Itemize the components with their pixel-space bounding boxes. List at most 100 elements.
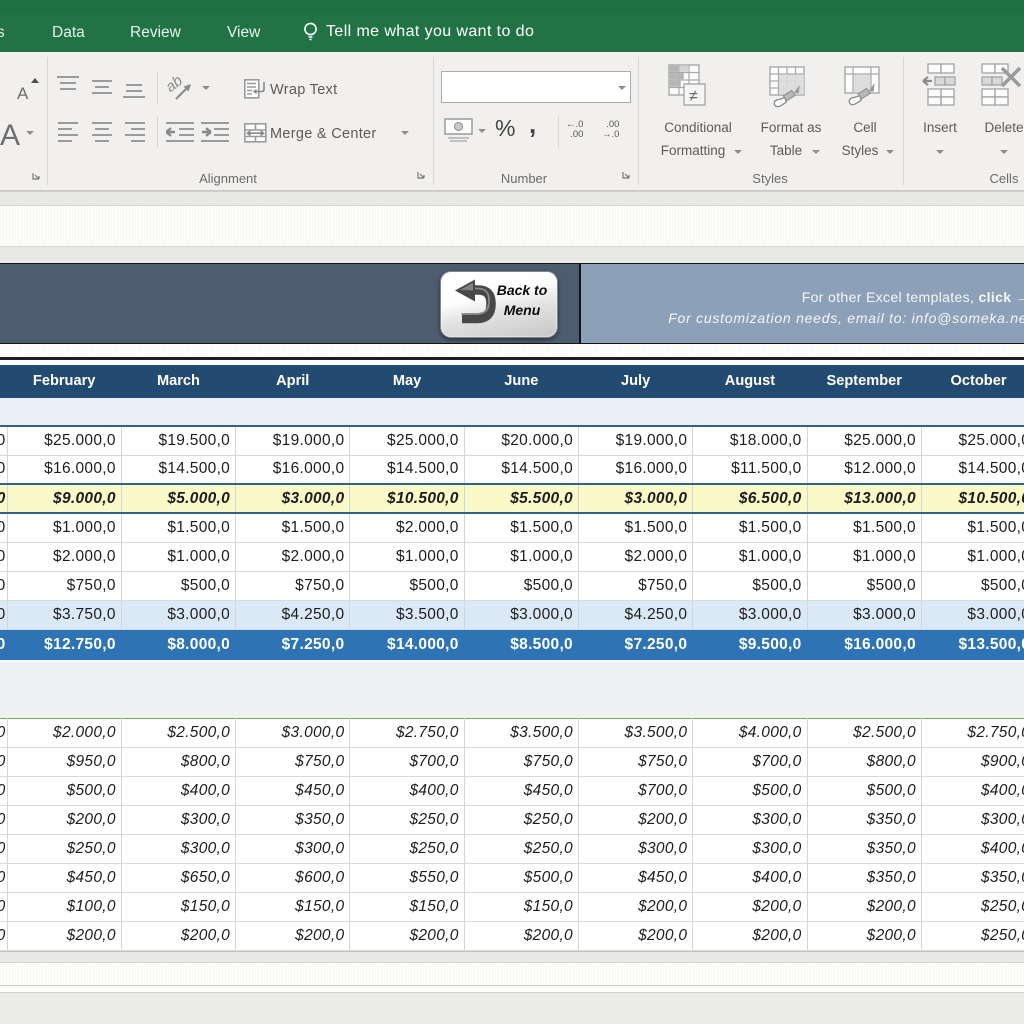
- revenue-cell[interactable]: $14.500,0: [921, 455, 1024, 484]
- horizontal-align-icons[interactable]: [57, 120, 149, 146]
- revenue-cell[interactable]: $11.500,0: [693, 455, 807, 484]
- expense-cell[interactable]: $700,0: [350, 748, 464, 777]
- expense-cell[interactable]: $800,0: [121, 748, 235, 777]
- revenue-cell[interactable]: $500,0: [121, 571, 235, 600]
- conditional-formatting-label2[interactable]: Formatting: [661, 143, 726, 158]
- expense-cell[interactable]: $300,0: [693, 835, 807, 864]
- january-clipped-value[interactable]: ,0: [0, 748, 7, 777]
- expense-cell[interactable]: $400,0: [350, 777, 464, 806]
- insert-cells-button[interactable]: [920, 62, 960, 112]
- revenue-cell[interactable]: $3.000,0: [807, 600, 921, 629]
- revenue-cell[interactable]: $5.500,0: [464, 484, 578, 513]
- expense-cell[interactable]: $3.500,0: [578, 719, 692, 748]
- cell-styles-label1[interactable]: Cell: [853, 120, 876, 135]
- expense-cell[interactable]: $300,0: [578, 835, 692, 864]
- expense-cell[interactable]: $150,0: [236, 893, 350, 922]
- revenue-cell[interactable]: $1.500,0: [693, 513, 807, 542]
- revenue-cell[interactable]: $8.500,0: [464, 629, 578, 660]
- revenue-cell[interactable]: $4.250,0: [578, 600, 692, 629]
- revenue-cell[interactable]: $1.000,0: [350, 542, 464, 571]
- revenue-cell[interactable]: $1.500,0: [807, 513, 921, 542]
- revenue-cell[interactable]: $8.000,0: [121, 629, 235, 660]
- revenue-cell[interactable]: $500,0: [807, 571, 921, 600]
- january-clipped-value[interactable]: ,0: [0, 806, 7, 835]
- expense-cell[interactable]: $3.000,0: [236, 719, 350, 748]
- accounting-format-caret[interactable]: [478, 129, 486, 133]
- merge-center-icon[interactable]: [244, 123, 267, 144]
- expense-cell[interactable]: $250,0: [350, 806, 464, 835]
- orientation-caret[interactable]: [202, 86, 210, 90]
- january-clipped-value[interactable]: ,0: [0, 719, 7, 748]
- expense-cell[interactable]: $4.000,0: [693, 719, 807, 748]
- expense-cell[interactable]: $400,0: [121, 777, 235, 806]
- month-header-february[interactable]: February: [7, 365, 121, 398]
- tell-me-box[interactable]: Tell me what you want to do: [303, 21, 534, 43]
- expense-cell[interactable]: $950,0: [7, 748, 121, 777]
- expense-cell[interactable]: $250,0: [7, 835, 121, 864]
- expense-cell[interactable]: $2.500,0: [807, 719, 921, 748]
- revenue-cell[interactable]: $1.000,0: [7, 513, 121, 542]
- revenue-cell[interactable]: $16.000,0: [7, 455, 121, 484]
- revenue-cell[interactable]: $500,0: [350, 571, 464, 600]
- format-as-table-caret[interactable]: [812, 150, 820, 154]
- expense-cell[interactable]: $200,0: [693, 893, 807, 922]
- expense-cell[interactable]: $350,0: [807, 864, 921, 893]
- expense-cell[interactable]: $350,0: [921, 864, 1024, 893]
- revenue-cell[interactable]: $3.000,0: [693, 600, 807, 629]
- decrease-decimal-button[interactable]: .00 →.0: [602, 120, 619, 140]
- january-clipped-value[interactable]: ,0: [0, 542, 7, 571]
- expense-cell[interactable]: $200,0: [350, 922, 464, 951]
- revenue-cell[interactable]: $1.500,0: [236, 513, 350, 542]
- percent-style-button[interactable]: %: [495, 115, 515, 142]
- font-color-control[interactable]: A: [0, 118, 40, 155]
- expense-cell[interactable]: $200,0: [807, 893, 921, 922]
- expense-cell[interactable]: $500,0: [807, 777, 921, 806]
- month-header-may[interactable]: May: [350, 365, 464, 398]
- tab-review[interactable]: Review: [130, 22, 181, 52]
- revenue-cell[interactable]: $18.000,0: [693, 426, 807, 455]
- tab-formulas[interactable]: Formulas: [0, 22, 5, 52]
- font-dialog-launcher[interactable]: [32, 172, 41, 181]
- month-header-september[interactable]: September: [807, 365, 921, 398]
- expense-cell[interactable]: $250,0: [464, 835, 578, 864]
- number-format-combobox[interactable]: [441, 71, 631, 103]
- expense-cell[interactable]: $700,0: [578, 777, 692, 806]
- expense-cell[interactable]: $350,0: [236, 806, 350, 835]
- january-clipped-value[interactable]: ,0: [0, 777, 7, 806]
- expense-cell[interactable]: $500,0: [693, 777, 807, 806]
- expense-cell[interactable]: $300,0: [693, 806, 807, 835]
- expense-cell[interactable]: $550,0: [350, 864, 464, 893]
- expense-cell[interactable]: $200,0: [807, 922, 921, 951]
- expense-cell[interactable]: $250,0: [921, 922, 1024, 951]
- conditional-formatting-button[interactable]: ≠: [660, 62, 708, 115]
- expense-cell[interactable]: $200,0: [578, 893, 692, 922]
- revenue-cell[interactable]: $1.000,0: [807, 542, 921, 571]
- indent-icons[interactable]: [166, 120, 230, 146]
- revenue-cell[interactable]: $500,0: [921, 571, 1024, 600]
- revenue-cell[interactable]: $7.250,0: [236, 629, 350, 660]
- expense-cell[interactable]: $300,0: [921, 806, 1024, 835]
- month-header-august[interactable]: August: [693, 365, 807, 398]
- format-as-table-button[interactable]: [768, 65, 816, 115]
- january-clipped-value[interactable]: ,0: [0, 484, 7, 513]
- revenue-cell[interactable]: $3.500,0: [350, 600, 464, 629]
- january-clipped-value[interactable]: ,0: [0, 864, 7, 893]
- conditional-formatting-caret[interactable]: [734, 150, 742, 154]
- expense-cell[interactable]: $100,0: [7, 893, 121, 922]
- alignment-dialog-launcher[interactable]: [417, 171, 426, 180]
- expense-cell[interactable]: $2.500,0: [121, 719, 235, 748]
- revenue-cell[interactable]: $19.000,0: [236, 426, 350, 455]
- back-to-menu-button[interactable]: Back toMenu: [440, 271, 558, 338]
- revenue-cell[interactable]: $14.000,0: [350, 629, 464, 660]
- expense-cell[interactable]: $3.500,0: [464, 719, 578, 748]
- comma-style-button[interactable]: ,: [529, 109, 536, 140]
- revenue-cell[interactable]: $16.000,0: [807, 629, 921, 660]
- revenue-cell[interactable]: $1.000,0: [121, 542, 235, 571]
- expense-cell[interactable]: $400,0: [921, 835, 1024, 864]
- january-clipped-value[interactable]: ,0: [0, 600, 7, 629]
- expense-cell[interactable]: $500,0: [464, 864, 578, 893]
- delete-label[interactable]: Delete: [984, 120, 1023, 135]
- grow-font-icon[interactable]: A: [0, 76, 40, 104]
- expense-cell[interactable]: $600,0: [236, 864, 350, 893]
- revenue-cell[interactable]: $6.500,0: [693, 484, 807, 513]
